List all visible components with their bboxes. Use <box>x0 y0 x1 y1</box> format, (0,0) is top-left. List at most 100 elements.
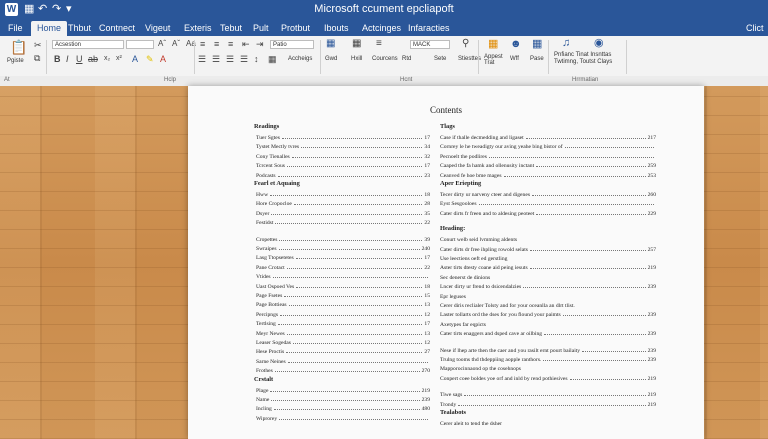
phr-label-2[interactable]: Twtimng, Toutst Clays <box>554 59 624 65</box>
toc-entry[interactable]: Swraipes 240 <box>256 244 430 252</box>
appest-icon[interactable]: ▦ <box>488 39 498 50</box>
toc-entry[interactable]: Cater dirts fr freen and to aldesing peo… <box>440 209 656 217</box>
tab-infaracties[interactable]: Infaracties <box>402 21 456 36</box>
phr-label[interactable]: Pnfianc Tinat Insnttas <box>554 52 624 58</box>
align-center-icon[interactable]: ☰ <box>212 54 220 64</box>
font-color-icon[interactable]: A <box>160 54 166 64</box>
toc-entry[interactable]: Page Bottieas 13 <box>256 300 430 308</box>
toc-entry[interactable]: Trulng tooms thd thdeppiing aopple ranth… <box>440 355 656 363</box>
superscript-icon[interactable]: x² <box>116 54 122 64</box>
courcens-label[interactable]: Courcens <box>372 56 398 62</box>
tab-ibouts[interactable]: Ibouts <box>318 21 355 36</box>
toc-entry[interactable]: Meyr Newes 13 <box>256 329 430 337</box>
align-left-icon[interactable]: ☰ <box>198 54 206 64</box>
text-effects-icon[interactable]: A <box>132 54 138 64</box>
rtd-label[interactable]: Rtd <box>402 56 411 62</box>
tab-clict[interactable]: Clict <box>740 21 768 36</box>
toc-entry[interactable]: Conurt welb seid lvmming aldents <box>440 235 656 243</box>
toc-entry[interactable]: Hese Proctis 27 <box>256 347 430 355</box>
toc-entry[interactable]: Hww 18 <box>256 190 430 198</box>
tab-exteris[interactable]: Exteris <box>178 21 218 36</box>
toc-entry[interactable]: Tuer Sgtes 17 <box>256 133 430 141</box>
toc-entry[interactable]: Cater tirts enaggers and dsped cave ar o… <box>440 329 656 337</box>
toc-entry[interactable]: Leaser Sogedas 12 <box>256 338 430 346</box>
toc-entry[interactable]: Pane Crotact 22 <box>256 263 430 271</box>
paste-icon[interactable]: 📋 <box>10 40 27 54</box>
align-right-icon[interactable]: ☰ <box>226 54 234 64</box>
hxill-icon[interactable]: ▦ <box>352 39 361 49</box>
font-size-box[interactable] <box>126 40 154 49</box>
toc-entry[interactable]: Podcasts 23 <box>256 171 430 179</box>
globe-icon[interactable]: ◉ <box>594 38 604 49</box>
numbering-icon[interactable]: ≡ <box>214 39 219 49</box>
toc-entry[interactable]: Mapporocinnaond op the cosehnops <box>440 364 656 372</box>
multilevel-list-icon[interactable]: ≡ <box>228 39 233 49</box>
toc-entry[interactable]: Vtides <box>256 272 430 280</box>
toc-entry[interactable]: Trondy 219 <box>440 400 656 408</box>
bullets-icon[interactable]: ≡ <box>200 39 205 49</box>
toc-entry[interactable]: Lncer dirty ur frend to dsicendalzies 239 <box>440 282 656 290</box>
font-name-box[interactable]: Acsestion <box>52 40 124 49</box>
toc-entry[interactable]: Wiprorey <box>256 414 430 422</box>
shrink-font-icon[interactable]: Aˇ <box>172 39 180 49</box>
toc-entry[interactable]: Festidst 22 <box>256 218 430 226</box>
shading-icon[interactable]: ▦ <box>268 54 277 64</box>
highlight-icon[interactable]: ✎ <box>146 54 154 64</box>
toc-entry[interactable]: Epr leguses <box>440 292 656 300</box>
word-doc-icon[interactable]: ▦ <box>532 39 542 50</box>
toc-entry[interactable]: Cropettes 39 <box>256 235 430 243</box>
toc-entry[interactable]: Case if thalle decmedding and ligaset 217 <box>440 133 656 141</box>
toc-entry[interactable]: Page Fsetes 15 <box>256 291 430 299</box>
toc-entry[interactable]: Sec denerst de dinions <box>440 273 656 281</box>
toc-entry[interactable]: Caaped the fa hamk and ollenusity inctan… <box>440 161 656 169</box>
gwd-label[interactable]: Gwd <box>325 56 337 62</box>
paste-label[interactable]: Pgiste <box>7 58 24 64</box>
toc-entry[interactable]: Eyst Sesgooloes <box>440 199 656 207</box>
copy-icon[interactable]: ⧉ <box>34 53 40 63</box>
line-spacing-icon[interactable]: ↕ <box>254 54 259 64</box>
italic-icon[interactable]: I <box>66 54 69 64</box>
toc-entry[interactable]: Tertlsing 17 <box>256 319 430 327</box>
increase-indent-icon[interactable]: ⇥ <box>256 39 264 49</box>
toc-entry[interactable]: Plage 219 <box>256 386 430 394</box>
tab-vigeut[interactable]: Vigeut <box>139 21 176 36</box>
toc-entry[interactable]: Tystet Mectly tvres 34 <box>256 142 430 150</box>
toc-entry[interactable]: Cony Tienalles 32 <box>256 152 430 160</box>
tab-pult[interactable]: Pult <box>247 21 275 36</box>
font-box-2[interactable]: MACK <box>410 40 450 49</box>
toc-entry[interactable]: Tcrcent Sous 17 <box>256 161 430 169</box>
toc-entry[interactable]: Use leectiens oeft ed gerstling <box>440 254 656 262</box>
toc-entry[interactable]: Laster tollarts ord the dses for you flo… <box>440 310 656 318</box>
toc-entry[interactable]: Nese if lhep arte then the caer and you … <box>440 346 656 354</box>
toc-entry[interactable]: Lasg Ttopsetetes 17 <box>256 253 430 261</box>
toc-entry[interactable]: Ceanved fe hoe bme mages 253 <box>440 171 656 179</box>
toc-entry[interactable]: Incling 480 <box>256 404 430 412</box>
hxill-label[interactable]: Hxill <box>351 56 362 62</box>
toc-entry[interactable]: Frothes 270 <box>256 366 430 374</box>
styles-label[interactable]: Accheigs <box>288 56 312 62</box>
tab-tebut[interactable]: Tebut <box>214 21 248 36</box>
toc-entry[interactable]: Cerer aleit to tend the dsher <box>440 419 656 427</box>
toc-entry[interactable]: Axetypes far eqpicts <box>440 320 656 328</box>
appest-label[interactable]: Appest Trat <box>484 54 508 66</box>
decrease-indent-icon[interactable]: ⇤ <box>242 39 250 49</box>
toc-entry[interactable]: Uast Ospoed Ves 18 <box>256 282 430 290</box>
toc-entry[interactable]: Cerer diris reclialer Tolsty and for you… <box>440 301 656 309</box>
toc-entry[interactable]: Cater dirts dr free ihpling rowold selat… <box>440 245 656 253</box>
toc-entry[interactable]: Tiwe sags 219 <box>440 390 656 398</box>
tab-actcinges[interactable]: Actcinges <box>356 21 407 36</box>
subscript-icon[interactable]: x₂ <box>104 54 110 64</box>
style-box[interactable]: Patio <box>270 40 314 49</box>
sete-label[interactable]: Sete <box>434 56 446 62</box>
bold-icon[interactable]: B <box>54 54 61 64</box>
gwd-icon[interactable]: ▦ <box>326 39 335 49</box>
tab-file[interactable]: File <box>2 21 29 36</box>
document-page[interactable]: Contents Readings Tuer Sgtes 17 Tystet Mect… <box>188 86 704 439</box>
toc-entry[interactable]: Name 239 <box>256 395 430 403</box>
grow-font-icon[interactable]: Aˆ <box>158 39 166 49</box>
strikethrough-icon[interactable]: ab <box>88 54 98 64</box>
toc-entry[interactable]: Tecer dirty ur narveny cteer and digenes… <box>440 190 656 198</box>
user-icon[interactable]: ☻ <box>510 39 522 50</box>
toc-entry[interactable]: Aster tirts dtesty coane aid peing iesut… <box>440 263 656 271</box>
toc-entry[interactable]: Conpert coee boldes yoe orf and inld by … <box>440 374 656 382</box>
